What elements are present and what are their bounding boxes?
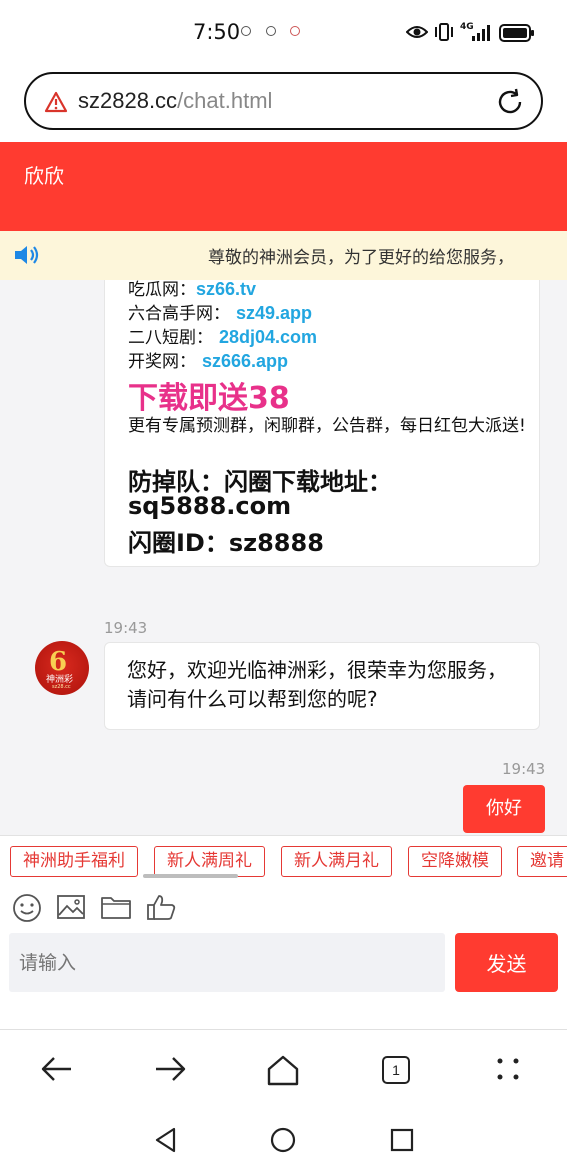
notification-icon bbox=[241, 26, 251, 36]
quick-reply-chip[interactable]: 空降嫩模 bbox=[408, 846, 502, 877]
message-input[interactable] bbox=[9, 933, 445, 992]
signal-icon bbox=[472, 25, 490, 41]
composer: 发送 bbox=[0, 929, 567, 1029]
promo-description: 更有专属预测群，闲聊群，公告群，每日红包大派送! bbox=[128, 416, 526, 436]
bot-message: 您好，欢迎光临神洲彩，很荣幸为您服务，请问有什么可以帮到您的呢? bbox=[104, 642, 540, 730]
chat-messages[interactable]: 吃瓜网：sz66.tv 六合高手网： sz49.app 二八短剧： 28dj04.c… bbox=[0, 280, 567, 835]
url-text[interactable]: sz2828.cc/chat.html bbox=[78, 88, 272, 114]
promo-line: 吃瓜网：sz66.tv bbox=[128, 280, 256, 300]
message-time: 19:43 bbox=[502, 760, 546, 778]
scrollbar[interactable] bbox=[143, 874, 238, 878]
eye-icon bbox=[406, 26, 428, 38]
promo-link[interactable]: 28dj04.com bbox=[219, 327, 317, 347]
avatar: 6 神洲彩 sz28.cc bbox=[35, 641, 89, 695]
address-bar[interactable]: sz2828.cc/chat.html bbox=[24, 72, 543, 130]
emoji-icon[interactable] bbox=[12, 893, 42, 923]
more-icon[interactable] bbox=[496, 1057, 522, 1083]
notification-icon bbox=[290, 26, 300, 36]
vibrate-icon bbox=[435, 23, 453, 41]
tabs-button[interactable]: 1 bbox=[382, 1056, 410, 1084]
promo-link[interactable]: sz49.app bbox=[236, 303, 312, 323]
agent-name: 欣欣 bbox=[24, 164, 64, 188]
message-time: 19:43 bbox=[104, 619, 148, 637]
quick-reply-chip[interactable]: 新人满月礼 bbox=[281, 846, 392, 877]
url-domain: sz2828.cc bbox=[78, 88, 178, 113]
promo-message: 吃瓜网：sz66.tv 六合高手网： sz49.app 二八短剧： 28dj04.c… bbox=[104, 280, 540, 567]
notification-icon bbox=[266, 26, 276, 36]
user-message: 你好 bbox=[463, 785, 545, 833]
promo-link[interactable]: sz666.app bbox=[202, 351, 288, 371]
battery-icon bbox=[499, 24, 534, 42]
send-button[interactable]: 发送 bbox=[455, 933, 558, 992]
promo-label: 吃瓜网： bbox=[128, 280, 196, 300]
browser-navigation: 1 bbox=[0, 1029, 567, 1109]
avatar-domain: sz28.cc bbox=[52, 684, 71, 690]
quick-reply-chip[interactable]: 新人满周礼 bbox=[154, 846, 265, 877]
status-bar: 7:50 4G bbox=[0, 0, 567, 66]
promo-line: 二八短剧： 28dj04.com bbox=[128, 323, 317, 348]
home-icon[interactable] bbox=[266, 1054, 300, 1086]
thumbs-up-icon[interactable] bbox=[146, 893, 176, 921]
promo-label: 二八短剧： bbox=[128, 328, 213, 348]
promo-link[interactable]: sz66.tv bbox=[196, 280, 256, 299]
system-navigation bbox=[0, 1109, 567, 1169]
back-icon[interactable] bbox=[40, 1054, 74, 1084]
folder-icon[interactable] bbox=[100, 893, 132, 921]
quick-reply-chip[interactable]: 邀请 bbox=[517, 846, 567, 877]
url-path: /chat.html bbox=[177, 88, 273, 113]
notice-text: 尊敬的神洲会员，为了更好的给您服务， bbox=[208, 248, 514, 268]
promo-big-line: 闪圈ID：sz8888 bbox=[128, 529, 324, 557]
quick-reply-chip[interactable]: 神洲助手福利 bbox=[10, 846, 138, 877]
image-icon[interactable] bbox=[56, 893, 86, 921]
recents-square-icon[interactable] bbox=[390, 1128, 414, 1152]
promo-label: 六合高手网： bbox=[128, 304, 230, 324]
promo-line: 六合高手网： sz49.app bbox=[128, 299, 312, 324]
promo-label: 开奖网： bbox=[128, 352, 196, 372]
warning-icon[interactable] bbox=[44, 91, 68, 113]
chat-header: 欣欣 bbox=[0, 142, 567, 231]
back-triangle-icon[interactable] bbox=[154, 1127, 178, 1153]
quick-replies[interactable]: 神洲助手福利 新人满周礼 新人满月礼 空降嫩模 邀请 bbox=[0, 835, 567, 881]
promo-line: 开奖网： sz666.app bbox=[128, 347, 288, 372]
reload-icon[interactable] bbox=[495, 87, 525, 117]
speaker-icon bbox=[15, 246, 39, 264]
promo-headline: 下载即送38 bbox=[128, 381, 290, 416]
composer-toolbar bbox=[0, 881, 567, 929]
home-circle-icon[interactable] bbox=[270, 1127, 296, 1153]
promo-big-line: sq5888.com bbox=[128, 492, 292, 520]
notice-banner: 尊敬的神洲会员，为了更好的给您服务， bbox=[0, 231, 567, 280]
status-time: 7:50 bbox=[193, 20, 241, 44]
forward-icon[interactable] bbox=[153, 1054, 187, 1084]
